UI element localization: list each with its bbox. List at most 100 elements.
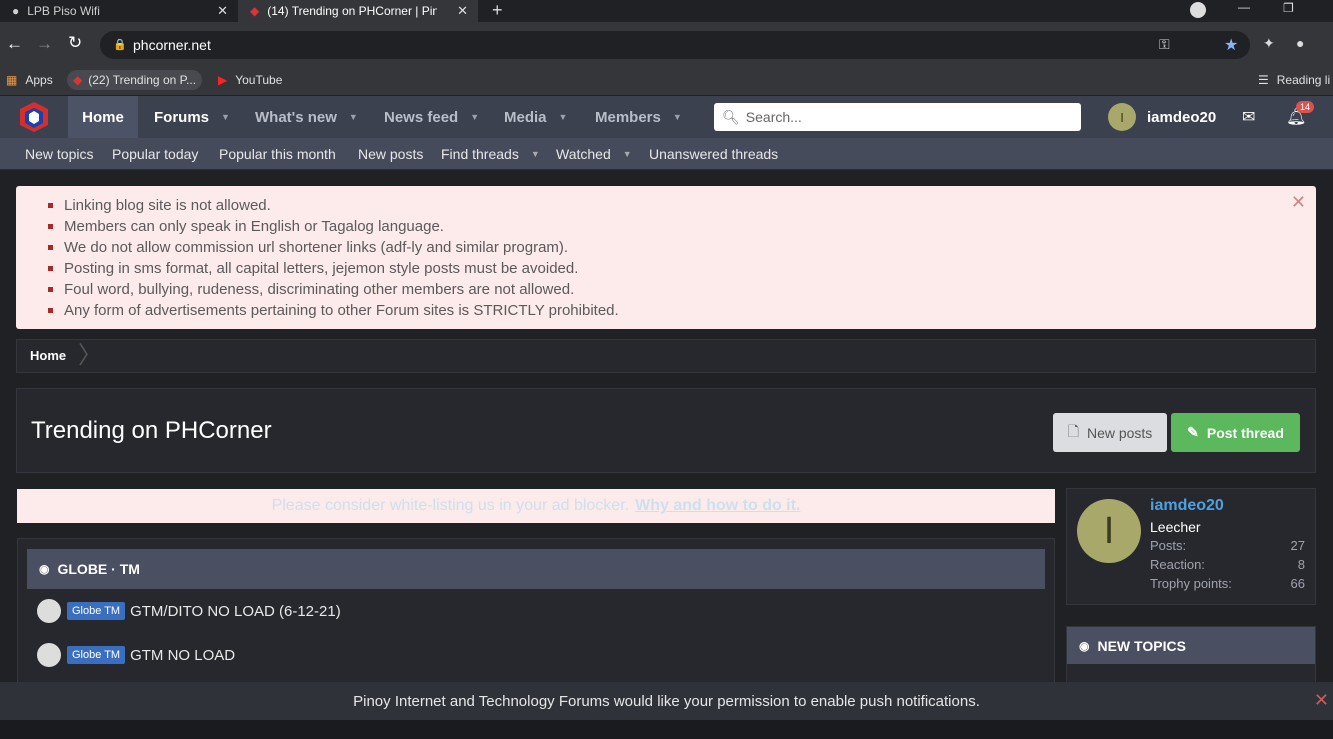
apps-grid-icon: ▦ — [6, 73, 18, 87]
avatar[interactable] — [37, 643, 61, 667]
thread-row[interactable]: Globe TM GTM/DITO NO LOAD (6-12-21) — [37, 598, 341, 624]
document-icon: 🗋 — [1067, 422, 1079, 439]
avatar[interactable]: I — [1077, 499, 1141, 563]
stat-label: Reaction: — [1150, 557, 1205, 572]
new-tab-icon[interactable]: + — [492, 0, 503, 22]
nav-home[interactable]: Home — [68, 96, 138, 138]
subnav-new-topics[interactable]: New topics — [25, 138, 93, 170]
subnav-watched[interactable]: Watched ▼ — [556, 138, 632, 170]
push-text: Pinoy Internet and Technology Forums wou… — [353, 692, 980, 710]
search-input[interactable]: 🔍︎ Search... — [714, 103, 1081, 131]
page-title: Trending on PHCorner — [31, 417, 272, 444]
thread-row[interactable]: Globe TM GTM NO LOAD — [37, 642, 235, 668]
profile-rank: Leecher — [1150, 519, 1201, 535]
thread-prefix-badge[interactable]: Globe TM — [67, 646, 126, 664]
chevron-down-icon[interactable]: ▼ — [531, 149, 540, 159]
minimize-icon[interactable]: — — [1238, 0, 1250, 14]
forward-icon[interactable]: → — [36, 34, 53, 54]
site-logo[interactable] — [0, 96, 68, 138]
chevron-down-icon[interactable]: ▼ — [221, 112, 230, 122]
nav-members[interactable]: Members ▼ — [595, 96, 682, 138]
url-text[interactable]: phcorner.net — [133, 37, 211, 53]
close-icon[interactable]: ✕ — [1291, 192, 1306, 213]
bookmark-label: Apps — [25, 73, 53, 87]
subnav-unanswered[interactable]: Unanswered threads — [649, 138, 778, 170]
bookmark-label: Reading li — [1276, 73, 1331, 87]
nav-forums[interactable]: Forums ▼ — [154, 96, 230, 138]
search-icon: 🔍︎ — [722, 108, 740, 125]
avatar[interactable] — [37, 599, 61, 623]
star-icon[interactable]: ★ — [1224, 35, 1238, 55]
nav-label: Forums — [154, 108, 210, 126]
globe-icon: ● — [12, 4, 20, 18]
reload-icon[interactable]: ↻ — [68, 33, 82, 53]
post-thread-button[interactable]: ✎ Post thread — [1171, 413, 1300, 452]
bookmark-phcorner[interactable]: ◆ (22) Trending on P... — [67, 70, 203, 90]
chevron-down-icon[interactable]: ▼ — [470, 112, 479, 122]
chevron-down-icon[interactable]: ▼ — [559, 112, 568, 122]
stat-row: Posts: 27 — [1150, 538, 1305, 553]
chevron-down-icon[interactable]: ▼ — [349, 112, 358, 122]
subnav-find-threads[interactable]: Find threads ▼ — [441, 138, 540, 170]
browser-tab-2[interactable]: ◆ (14) Trending on PHCorner | Pinoy ✕ — [238, 0, 478, 22]
search-placeholder: Search... — [745, 109, 802, 125]
subnav-new-posts[interactable]: New posts — [358, 138, 423, 170]
omnibox[interactable] — [100, 31, 1250, 59]
subnav-popular-month[interactable]: Popular this month — [219, 138, 336, 170]
nav-media[interactable]: Media ▼ — [504, 96, 567, 138]
nav-news-feed[interactable]: News feed ▼ — [384, 96, 479, 138]
rule-item: We do not allow commission url shortener… — [48, 237, 619, 258]
section-header[interactable]: ◉ GLOBE · TM — [27, 549, 1045, 589]
back-icon[interactable]: ← — [6, 34, 23, 54]
avatar[interactable]: I — [1108, 103, 1136, 131]
username[interactable]: iamdeo20 — [1147, 109, 1216, 126]
maximize-icon[interactable]: ❐ — [1283, 1, 1294, 15]
phcorner-favicon-icon: ◆ — [250, 4, 260, 18]
chevron-down-icon[interactable]: ▼ — [623, 149, 632, 159]
tab-title: (14) Trending on PHCorner | Pinoy — [267, 4, 438, 18]
user-menu[interactable]: I iamdeo20 — [1108, 103, 1216, 131]
close-icon[interactable]: ✕ — [217, 3, 228, 19]
ad-notice-text: Please consider white-listing us in your… — [271, 497, 630, 514]
rule-item: Members can only speak in English or Tag… — [48, 216, 619, 237]
bookmark-apps[interactable]: ▦ Apps — [6, 70, 53, 90]
os-taskbar — [0, 720, 1333, 739]
rule-item: Posting in sms format, all capital lette… — [48, 258, 619, 279]
profile-menu-icon[interactable] — [1190, 2, 1206, 18]
thread-title[interactable]: GTM/DITO NO LOAD (6-12-21) — [130, 603, 341, 620]
forum-icon: ◉ — [39, 562, 50, 576]
nav-label: Media — [504, 108, 547, 126]
rule-item: Linking blog site is not allowed. — [48, 195, 619, 216]
bookmark-youtube[interactable]: ▶ YouTube — [218, 70, 282, 90]
subnav-popular-today[interactable]: Popular today — [112, 138, 198, 170]
browser-tab-1[interactable]: ● LPB Piso Wifi ✕ — [0, 0, 238, 22]
profile-username[interactable]: iamdeo20 — [1150, 497, 1224, 515]
bookmark-reading-list[interactable]: ☰ Reading li — [1258, 70, 1330, 90]
nav-label: What's new — [255, 108, 337, 126]
thread-title[interactable]: GTM NO LOAD — [130, 647, 235, 664]
ad-notice-link[interactable]: Why and how to do it. — [635, 497, 800, 515]
nav-label: Members — [595, 108, 661, 126]
rule-item: Any form of advertisements pertaining to… — [48, 302, 619, 319]
extensions-icon[interactable]: ✦ — [1263, 35, 1275, 52]
new-topics-header[interactable]: ◉ NEW TOPICS — [1067, 627, 1315, 664]
nav-whats-new[interactable]: What's new ▼ — [255, 96, 358, 138]
bookmark-label: YouTube — [235, 73, 283, 87]
new-posts-button[interactable]: 🗋 New posts — [1053, 413, 1167, 452]
stat-label: Posts: — [1150, 538, 1187, 553]
widget-title: NEW TOPICS — [1097, 637, 1186, 654]
stat-row: Reaction: 8 — [1150, 557, 1305, 572]
forum-icon: ◉ — [1079, 638, 1090, 653]
envelope-icon[interactable]: ✉ — [1242, 107, 1255, 127]
close-icon[interactable]: ✕ — [1314, 690, 1329, 711]
youtube-icon: ▶ — [218, 73, 228, 87]
alert-count-badge: 14 — [1296, 101, 1315, 113]
key-icon[interactable]: ⚿ — [1159, 36, 1170, 53]
rule-item: Foul word, bullying, rudeness, discrimin… — [48, 279, 619, 300]
breadcrumb-home[interactable]: Home — [30, 348, 66, 363]
thread-prefix-badge[interactable]: Globe TM — [67, 602, 126, 620]
chevron-down-icon[interactable]: ▼ — [673, 112, 682, 122]
account-icon[interactable]: ● — [1296, 35, 1304, 51]
push-notification-bar: Pinoy Internet and Technology Forums wou… — [0, 682, 1333, 720]
close-icon[interactable]: ✕ — [457, 3, 468, 19]
